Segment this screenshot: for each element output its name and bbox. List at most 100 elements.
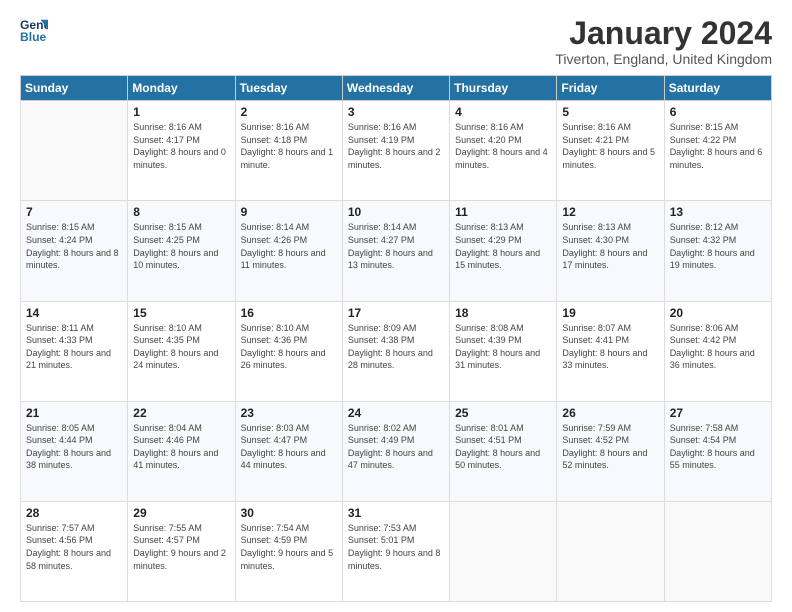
day-number: 29 [133,506,229,520]
day-info: Sunrise: 7:55 AM Sunset: 4:57 PM Dayligh… [133,522,229,572]
calendar-day: 3Sunrise: 8:16 AM Sunset: 4:19 PM Daylig… [342,101,449,201]
day-info: Sunrise: 8:10 AM Sunset: 4:35 PM Dayligh… [133,322,229,372]
day-info: Sunrise: 8:02 AM Sunset: 4:49 PM Dayligh… [348,422,444,472]
calendar-day: 20 Sunrise: 8:06 AM Sunset: 4:42 PM Dayli… [664,301,771,401]
day-number: 2 [241,105,337,119]
day-info: Sunrise: 8:16 AM Sunset: 4:17 PM Dayligh… [133,121,229,171]
day-number: 4 [455,105,551,119]
calendar-week-3: 21 Sunrise: 8:05 AM Sunset: 4:44 PM Dayli… [21,401,772,501]
day-number: 7 [26,205,122,219]
svg-text:Blue: Blue [20,30,47,44]
calendar-day: 8 Sunrise: 8:15 AM Sunset: 4:25 PM Daylig… [128,201,235,301]
day-info: Sunrise: 8:03 AM Sunset: 4:47 PM Dayligh… [241,422,337,472]
day-info: Sunrise: 8:15 AM Sunset: 4:25 PM Dayligh… [133,221,229,271]
day-info: Sunrise: 8:14 AM Sunset: 4:27 PM Dayligh… [348,221,444,271]
calendar-day: 31 Sunrise: 7:53 AM Sunset: 5:01 PM Dayli… [342,501,449,601]
day-info: Sunrise: 8:15 AM Sunset: 4:24 PM Dayligh… [26,221,122,271]
calendar-day: 29 Sunrise: 7:55 AM Sunset: 4:57 PM Dayli… [128,501,235,601]
day-info: Sunrise: 7:58 AM Sunset: 4:54 PM Dayligh… [670,422,766,472]
calendar-day [21,101,128,201]
day-number: 22 [133,406,229,420]
day-number: 14 [26,306,122,320]
calendar-table: Sunday Monday Tuesday Wednesday Thursday… [20,75,772,602]
day-number: 19 [562,306,658,320]
day-number: 31 [348,506,444,520]
day-info: Sunrise: 8:11 AM Sunset: 4:33 PM Dayligh… [26,322,122,372]
logo-icon: General Blue [20,16,48,44]
day-number: 1 [133,105,229,119]
day-number: 10 [348,205,444,219]
day-info: Sunrise: 7:57 AM Sunset: 4:56 PM Dayligh… [26,522,122,572]
calendar-day: 21 Sunrise: 8:05 AM Sunset: 4:44 PM Dayli… [21,401,128,501]
day-info: Sunrise: 7:54 AM Sunset: 4:59 PM Dayligh… [241,522,337,572]
day-info: Sunrise: 8:16 AM Sunset: 4:20 PM Dayligh… [455,121,551,171]
calendar-week-1: 7 Sunrise: 8:15 AM Sunset: 4:24 PM Daylig… [21,201,772,301]
calendar-day: 4 Sunrise: 8:16 AM Sunset: 4:20 PM Daylig… [450,101,557,201]
day-number: 16 [241,306,337,320]
col-monday: Monday [128,76,235,101]
calendar-day: 7 Sunrise: 8:15 AM Sunset: 4:24 PM Daylig… [21,201,128,301]
day-info: Sunrise: 8:10 AM Sunset: 4:36 PM Dayligh… [241,322,337,372]
month-title: January 2024 [555,16,772,51]
col-sunday: Sunday [21,76,128,101]
calendar-day: 26Sunrise: 7:59 AM Sunset: 4:52 PM Dayli… [557,401,664,501]
calendar-day [664,501,771,601]
calendar-day: 27Sunrise: 7:58 AM Sunset: 4:54 PM Dayli… [664,401,771,501]
day-number: 23 [241,406,337,420]
day-number: 8 [133,205,229,219]
calendar-day: 11Sunrise: 8:13 AM Sunset: 4:29 PM Dayli… [450,201,557,301]
day-info: Sunrise: 8:12 AM Sunset: 4:32 PM Dayligh… [670,221,766,271]
day-info: Sunrise: 8:08 AM Sunset: 4:39 PM Dayligh… [455,322,551,372]
calendar-day: 17Sunrise: 8:09 AM Sunset: 4:38 PM Dayli… [342,301,449,401]
calendar-day: 14 Sunrise: 8:11 AM Sunset: 4:33 PM Dayli… [21,301,128,401]
title-block: January 2024 Tiverton, England, United K… [555,16,772,67]
calendar-week-0: 1 Sunrise: 8:16 AM Sunset: 4:17 PM Daylig… [21,101,772,201]
day-number: 6 [670,105,766,119]
day-number: 13 [670,205,766,219]
day-number: 20 [670,306,766,320]
calendar-day: 5 Sunrise: 8:16 AM Sunset: 4:21 PM Daylig… [557,101,664,201]
col-wednesday: Wednesday [342,76,449,101]
page: General Blue January 2024 Tiverton, Engl… [0,0,792,612]
day-number: 5 [562,105,658,119]
day-info: Sunrise: 7:53 AM Sunset: 5:01 PM Dayligh… [348,522,444,572]
calendar-day [450,501,557,601]
day-number: 15 [133,306,229,320]
day-number: 21 [26,406,122,420]
day-info: Sunrise: 8:05 AM Sunset: 4:44 PM Dayligh… [26,422,122,472]
header: General Blue January 2024 Tiverton, Engl… [20,16,772,67]
calendar-day: 15 Sunrise: 8:10 AM Sunset: 4:35 PM Dayli… [128,301,235,401]
calendar-day: 10 Sunrise: 8:14 AM Sunset: 4:27 PM Dayli… [342,201,449,301]
calendar-day: 12 Sunrise: 8:13 AM Sunset: 4:30 PM Dayli… [557,201,664,301]
day-number: 24 [348,406,444,420]
calendar-week-2: 14 Sunrise: 8:11 AM Sunset: 4:33 PM Dayli… [21,301,772,401]
day-number: 12 [562,205,658,219]
calendar-day: 16 Sunrise: 8:10 AM Sunset: 4:36 PM Dayli… [235,301,342,401]
day-info: Sunrise: 8:16 AM Sunset: 4:21 PM Dayligh… [562,121,658,171]
col-saturday: Saturday [664,76,771,101]
day-info: Sunrise: 8:14 AM Sunset: 4:26 PM Dayligh… [241,221,337,271]
day-number: 9 [241,205,337,219]
day-info: Sunrise: 8:09 AM Sunset: 4:38 PM Dayligh… [348,322,444,372]
calendar-day: 1 Sunrise: 8:16 AM Sunset: 4:17 PM Daylig… [128,101,235,201]
location: Tiverton, England, United Kingdom [555,51,772,67]
col-friday: Friday [557,76,664,101]
calendar-day [557,501,664,601]
col-tuesday: Tuesday [235,76,342,101]
day-info: Sunrise: 8:04 AM Sunset: 4:46 PM Dayligh… [133,422,229,472]
calendar-day: 22 Sunrise: 8:04 AM Sunset: 4:46 PM Dayli… [128,401,235,501]
calendar-day: 30Sunrise: 7:54 AM Sunset: 4:59 PM Dayli… [235,501,342,601]
day-number: 26 [562,406,658,420]
day-number: 25 [455,406,551,420]
col-thursday: Thursday [450,76,557,101]
day-number: 3 [348,105,444,119]
day-info: Sunrise: 8:13 AM Sunset: 4:30 PM Dayligh… [562,221,658,271]
day-number: 28 [26,506,122,520]
day-info: Sunrise: 8:06 AM Sunset: 4:42 PM Dayligh… [670,322,766,372]
calendar-day: 28 Sunrise: 7:57 AM Sunset: 4:56 PM Dayli… [21,501,128,601]
day-info: Sunrise: 8:13 AM Sunset: 4:29 PM Dayligh… [455,221,551,271]
calendar-week-4: 28 Sunrise: 7:57 AM Sunset: 4:56 PM Dayli… [21,501,772,601]
calendar-day: 18Sunrise: 8:08 AM Sunset: 4:39 PM Dayli… [450,301,557,401]
calendar-day: 13 Sunrise: 8:12 AM Sunset: 4:32 PM Dayli… [664,201,771,301]
calendar-day: 23 Sunrise: 8:03 AM Sunset: 4:47 PM Dayli… [235,401,342,501]
